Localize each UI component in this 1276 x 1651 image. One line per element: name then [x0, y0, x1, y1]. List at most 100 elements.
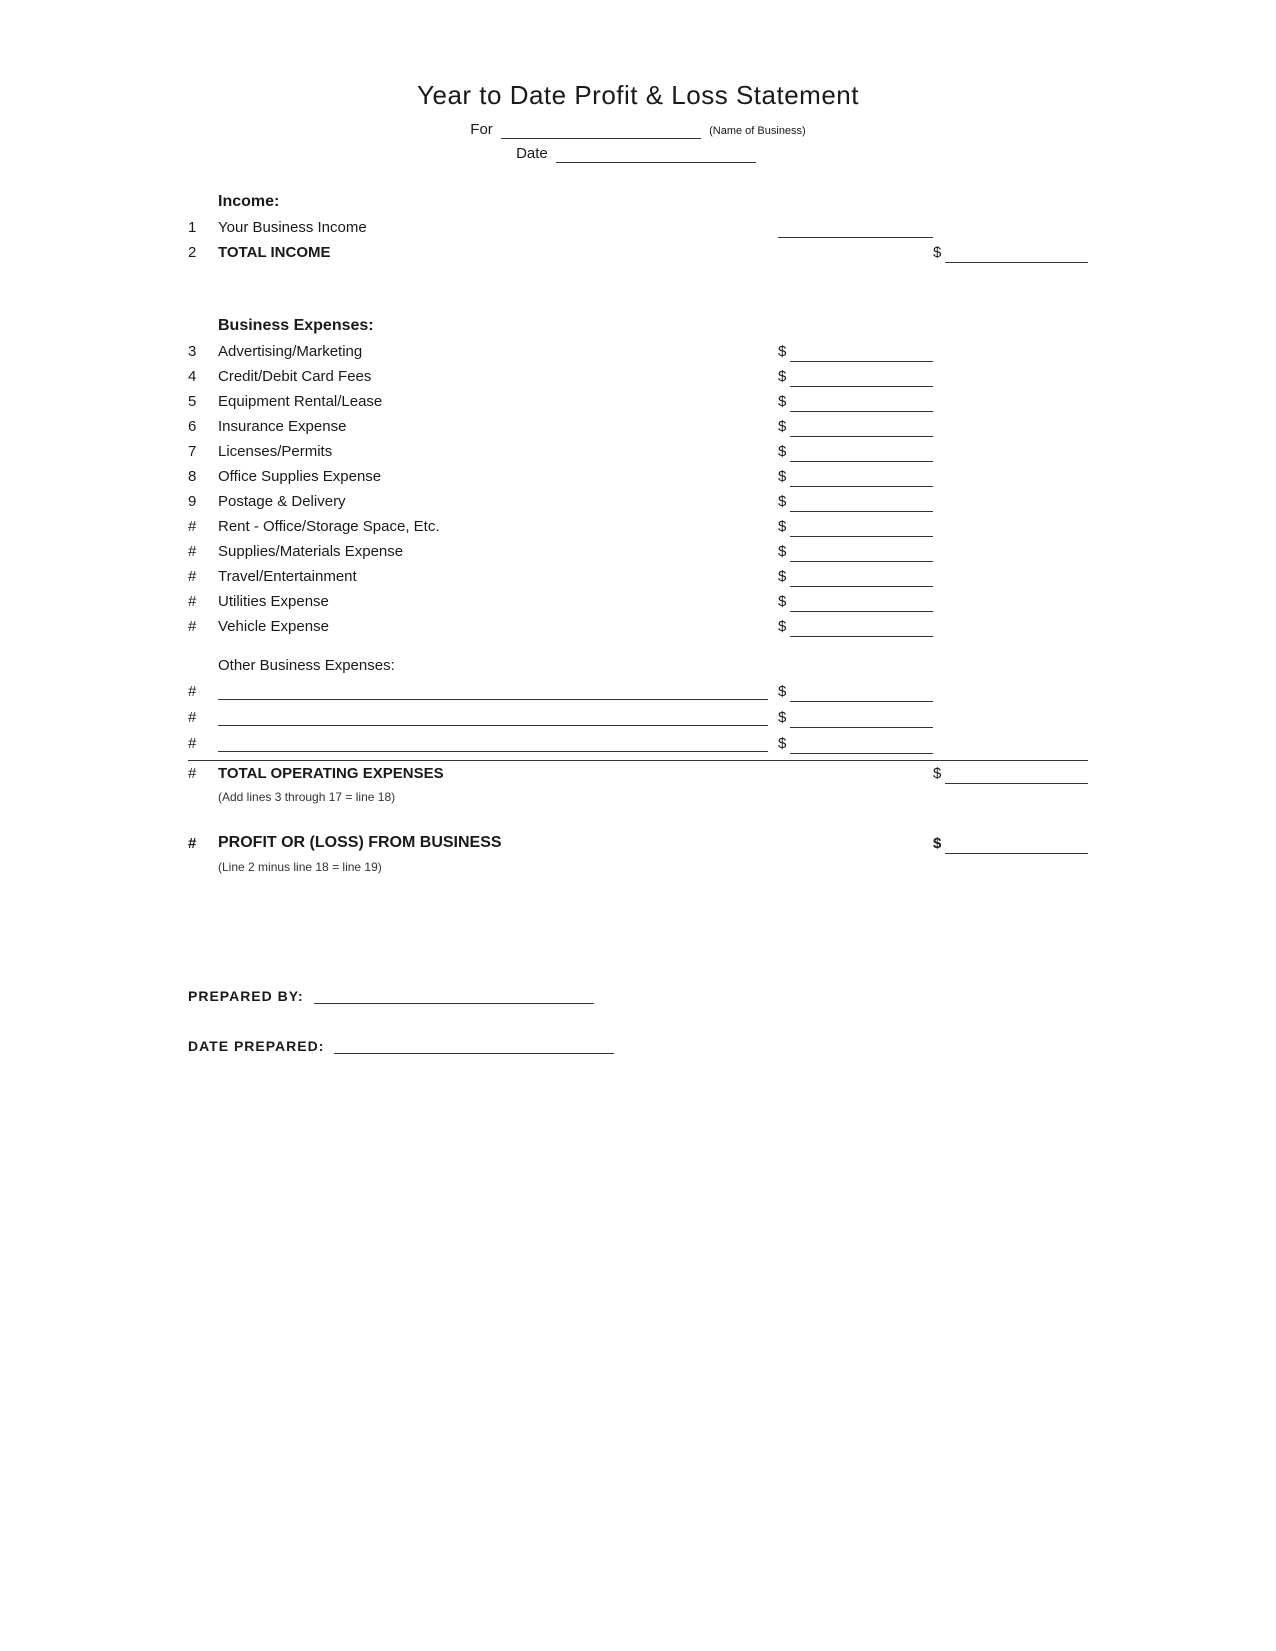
expense-row-8: 8 Office Supplies Expense $ — [188, 468, 1088, 487]
profit-loss-input[interactable] — [945, 836, 1088, 854]
expense-mid-11: $ — [778, 543, 933, 562]
for-line: For (Name of Business) — [188, 121, 1088, 139]
row-label-3: Advertising/Marketing — [218, 343, 778, 362]
row-label-9: Postage & Delivery — [218, 493, 778, 512]
other-label-field-2[interactable] — [218, 708, 768, 726]
total-operating-row: # TOTAL OPERATING EXPENSES $ $ — [188, 760, 1088, 784]
income-row-2: 2 TOTAL INCOME $ $ — [188, 244, 1088, 263]
row-num-3: 3 — [188, 343, 218, 362]
date-prepared-input[interactable] — [334, 1034, 614, 1054]
profit-loss-field: $ — [933, 835, 1088, 854]
income-field-1[interactable] — [778, 220, 933, 238]
row-num-5: 5 — [188, 393, 218, 412]
expense-field-7[interactable] — [790, 444, 933, 462]
total-op-input[interactable] — [945, 766, 1088, 784]
other-label-field-3[interactable] — [218, 734, 768, 752]
expense-mid-7: $ — [778, 443, 933, 462]
date-field[interactable] — [556, 145, 756, 163]
expense-field-4[interactable] — [790, 369, 933, 387]
row-num-4: 4 — [188, 368, 218, 387]
expense-mid-3: $ — [778, 343, 933, 362]
row-num-14: # — [188, 618, 218, 637]
other-field-2[interactable] — [790, 710, 933, 728]
row-label-6: Insurance Expense — [218, 418, 778, 437]
row-num-10: # — [188, 518, 218, 537]
total-op-dollar: $ — [933, 765, 941, 784]
other-field-3[interactable] — [790, 736, 933, 754]
expense-row-9: 9 Postage & Delivery $ — [188, 493, 1088, 512]
total-op-num: # — [188, 765, 218, 784]
profit-loss-note: (Line 2 minus line 18 = line 19) — [218, 860, 1088, 874]
expense-row-13: # Utilities Expense $ — [188, 593, 1088, 612]
row-label-14: Vehicle Expense — [218, 618, 778, 637]
prepared-by-input[interactable] — [314, 984, 594, 1004]
row-label-5: Equipment Rental/Lease — [218, 393, 778, 412]
row-num-11: # — [188, 543, 218, 562]
row-label-12: Travel/Entertainment — [218, 568, 778, 587]
expense-row-6: 6 Insurance Expense $ — [188, 418, 1088, 437]
expense-field-12[interactable] — [790, 569, 933, 587]
other-row-num-3: # — [188, 735, 218, 754]
total-income-input[interactable] — [945, 245, 1088, 263]
row-label-10: Rent - Office/Storage Space, Etc. — [218, 518, 778, 537]
prepared-by-label: PREPARED BY: — [188, 988, 304, 1004]
profit-loss-dollar: $ — [933, 835, 941, 854]
expense-field-3[interactable] — [790, 344, 933, 362]
row-label-13: Utilities Expense — [218, 593, 778, 612]
income-amount-1 — [778, 220, 933, 238]
expense-field-6[interactable] — [790, 419, 933, 437]
expense-row-14: # Vehicle Expense $ — [188, 618, 1088, 637]
row-label-1: Your Business Income — [218, 219, 778, 238]
row-label-8: Office Supplies Expense — [218, 468, 778, 487]
expense-field-5[interactable] — [790, 394, 933, 412]
expense-field-11[interactable] — [790, 544, 933, 562]
expense-row-7: 7 Licenses/Permits $ — [188, 443, 1088, 462]
profit-loss-num: # — [188, 835, 218, 854]
expense-row-3: 3 Advertising/Marketing $ $ — [188, 343, 1088, 362]
expense-mid-8: $ — [778, 468, 933, 487]
profit-loss-row: # PROFIT OR (LOSS) FROM BUSINESS $ $ — [188, 834, 1088, 854]
business-name-field[interactable] — [501, 121, 701, 139]
income-row-1: 1 Your Business Income $ — [188, 219, 1088, 238]
date-prepared-row: DATE PREPARED: — [188, 1034, 1088, 1054]
other-field-1[interactable] — [790, 684, 933, 702]
row-num-9: 9 — [188, 493, 218, 512]
expense-field-14[interactable] — [790, 619, 933, 637]
expense-mid-9: $ — [778, 493, 933, 512]
row-num-6: 6 — [188, 418, 218, 437]
other-mid-2: $ — [778, 709, 933, 728]
expense-field-8[interactable] — [790, 469, 933, 487]
other-expense-row-2: # $ — [188, 708, 1088, 728]
expense-row-11: # Supplies/Materials Expense $ — [188, 543, 1088, 562]
other-expenses-header: Other Business Expenses: — [218, 657, 1088, 674]
expense-field-9[interactable] — [790, 494, 933, 512]
date-line: Date — [188, 145, 1088, 163]
total-op-label: TOTAL OPERATING EXPENSES — [218, 765, 778, 784]
row-num-1: 1 — [188, 219, 218, 238]
row-label-7: Licenses/Permits — [218, 443, 778, 462]
expense-field-10[interactable] — [790, 519, 933, 537]
row-label-2: TOTAL INCOME — [218, 244, 778, 263]
for-label: For — [470, 121, 493, 138]
date-prepared-label: DATE PREPARED: — [188, 1038, 324, 1054]
row-num-13: # — [188, 593, 218, 612]
row-label-4: Credit/Debit Card Fees — [218, 368, 778, 387]
row-num-7: 7 — [188, 443, 218, 462]
row-num-12: # — [188, 568, 218, 587]
expense-field-13[interactable] — [790, 594, 933, 612]
expense-mid-4: $ — [778, 368, 933, 387]
expense-row-5: 5 Equipment Rental/Lease $ — [188, 393, 1088, 412]
other-row-num-2: # — [188, 709, 218, 728]
expense-mid-12: $ — [778, 568, 933, 587]
other-label-field-1[interactable] — [218, 682, 768, 700]
prepared-section: PREPARED BY: DATE PREPARED: — [188, 984, 1088, 1054]
total-income-field: $ — [933, 244, 1088, 263]
row-label-11: Supplies/Materials Expense — [218, 543, 778, 562]
prepared-by-row: PREPARED BY: — [188, 984, 1088, 1004]
other-row-num-1: # — [188, 683, 218, 702]
name-of-business-label: (Name of Business) — [709, 125, 806, 137]
row-num-8: 8 — [188, 468, 218, 487]
total-income-dollar: $ — [933, 244, 941, 263]
expense-row-12: # Travel/Entertainment $ — [188, 568, 1088, 587]
other-mid-3: $ — [778, 735, 933, 754]
